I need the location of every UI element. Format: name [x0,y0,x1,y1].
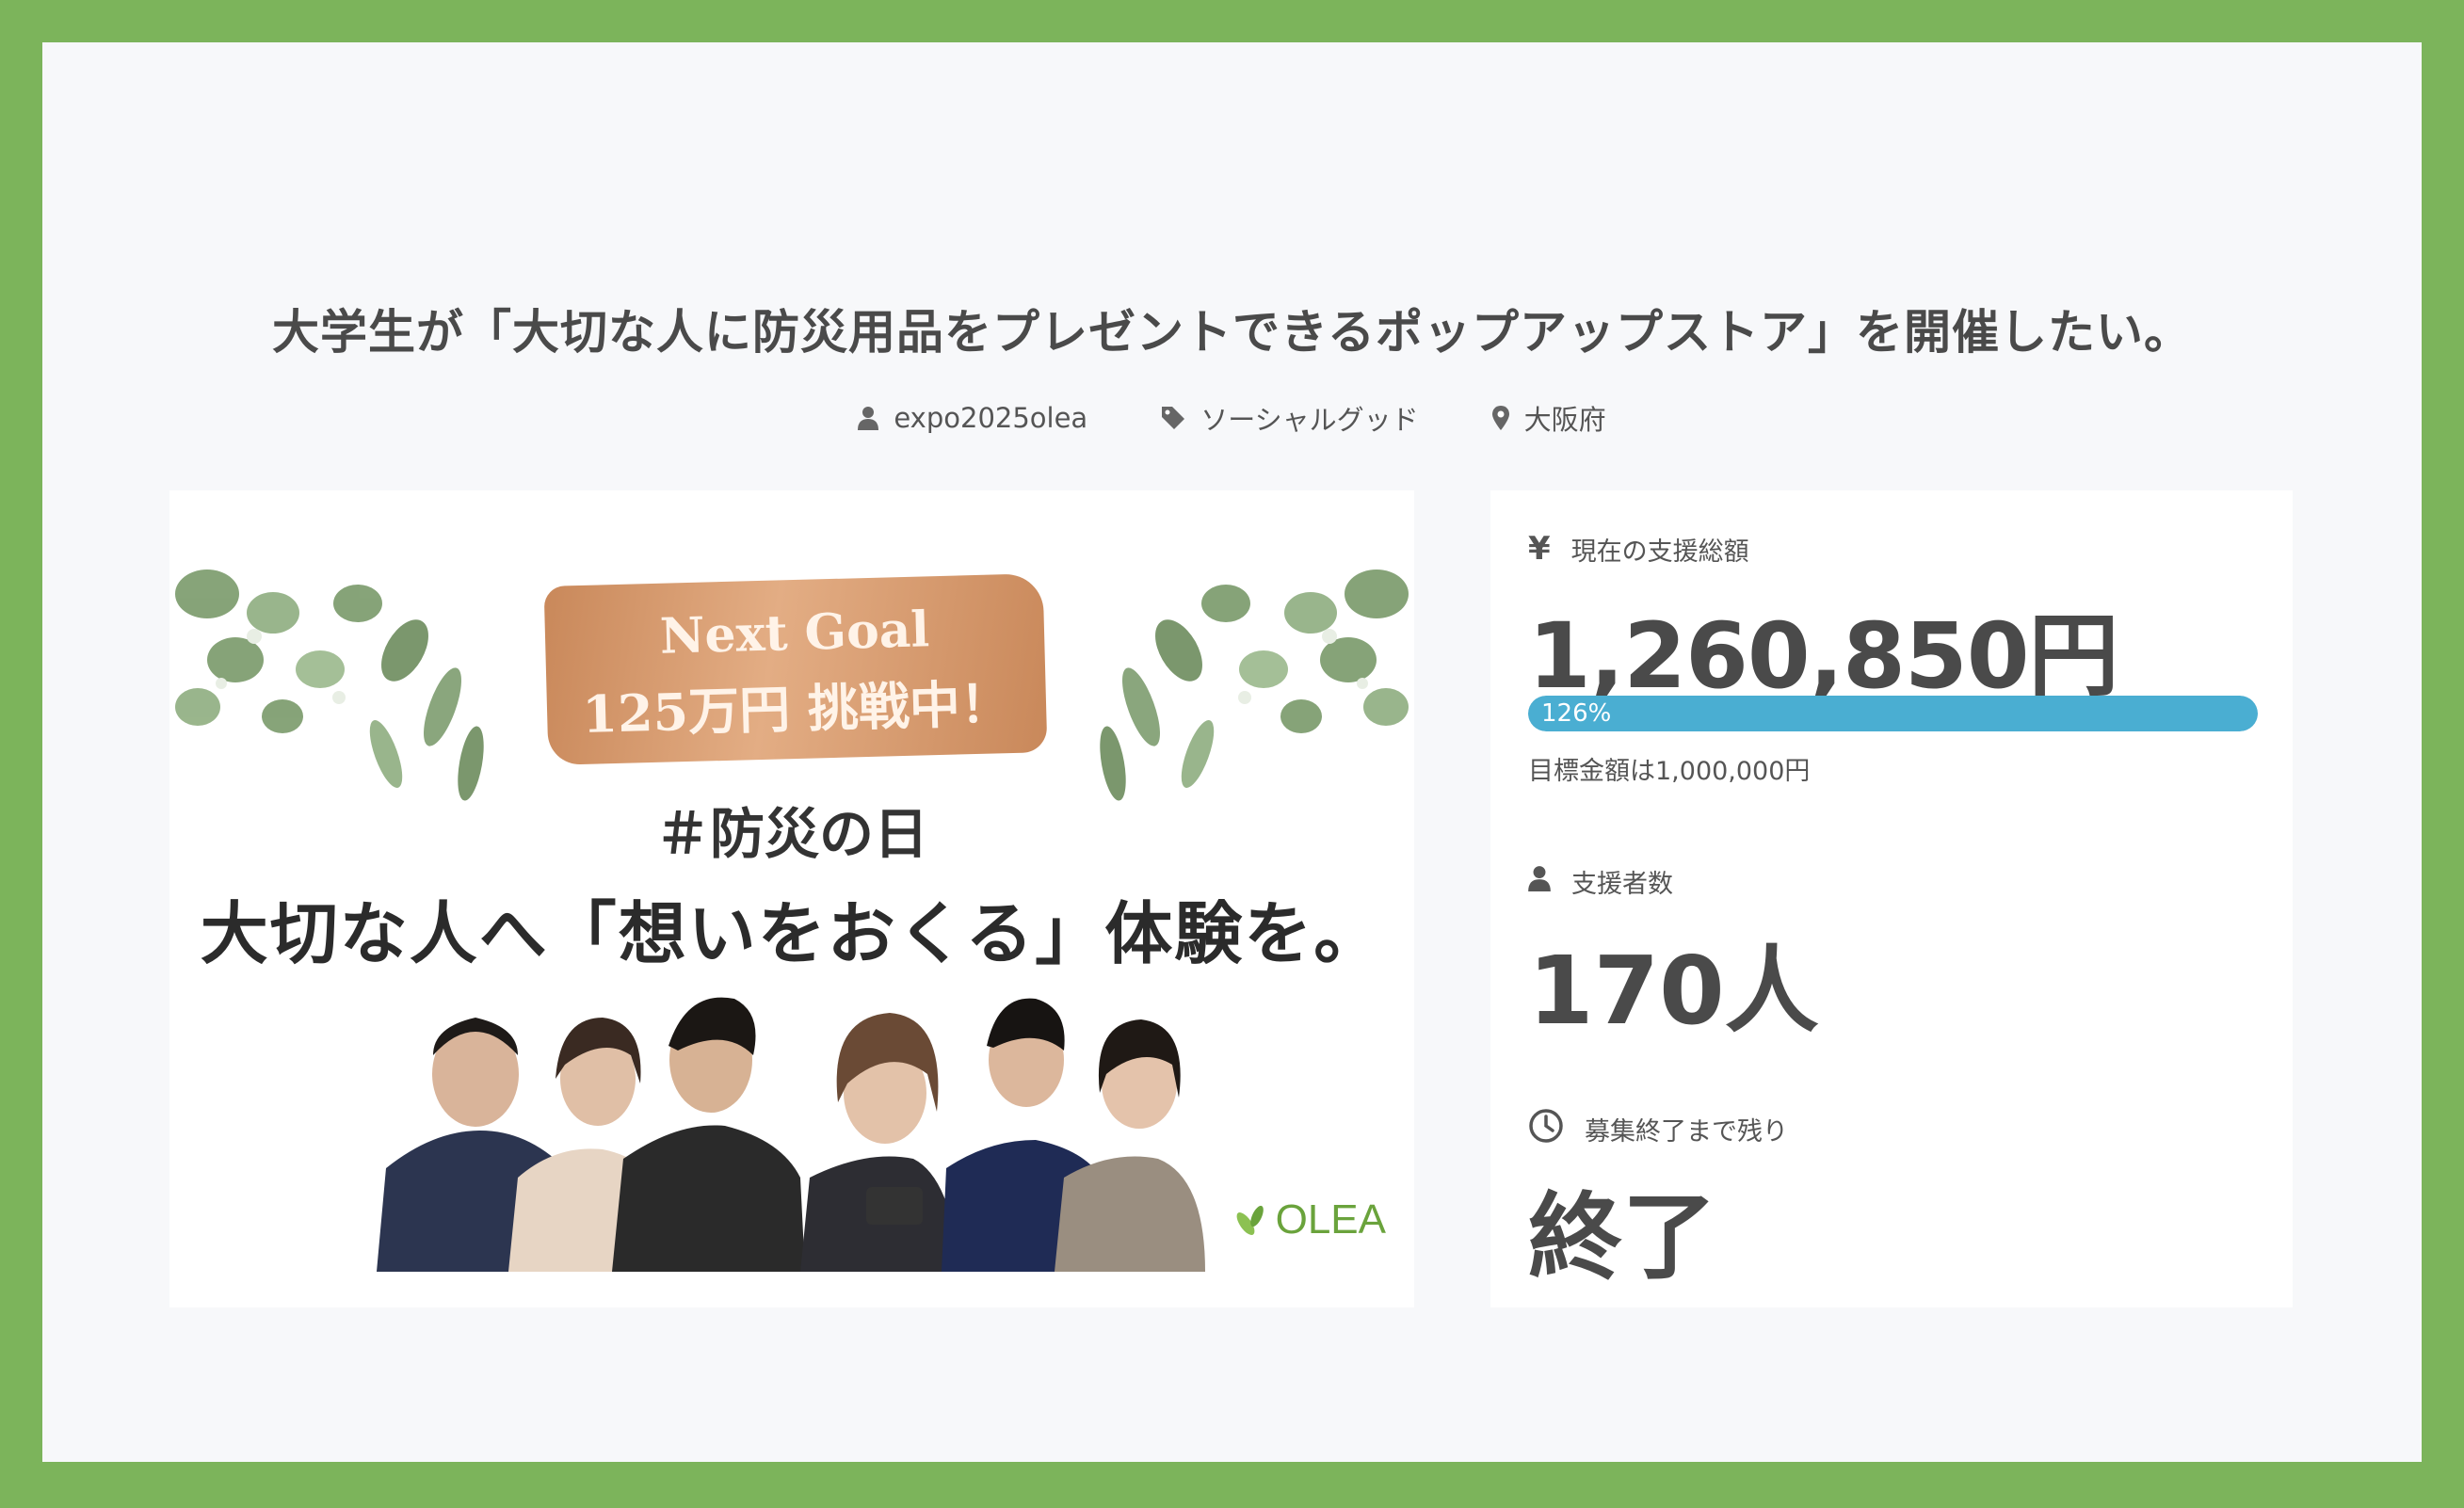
project-hero-image: Next Goal 125万円 挑戦中！ ＃防災の日 大切な人へ「想いをおくる」… [169,490,1414,1307]
project-title: 大学生が「大切な人に防災用品をプレゼントできるポップアップストア」を開催したい。 [272,305,2192,360]
clock-icon [1528,1108,1564,1150]
supporters-label-row: 支援者数 [1528,863,1673,900]
progress-fill: 126% [1528,696,2258,731]
user-icon [858,406,879,430]
tag-icon [1161,406,1185,430]
progress-percent: 126% [1541,699,1612,728]
owner-name: expo2025olea [894,402,1088,434]
meta-location[interactable]: 大阪府 [1491,398,1606,438]
meta-category[interactable]: ソーシャルグッド [1161,398,1419,438]
yen-icon: ¥ [1528,530,1551,568]
remaining-value: 終了 [1528,1182,1716,1292]
brand-name: OLEA [1275,1196,1386,1243]
user-icon [1528,865,1551,898]
funding-stats-card: ¥ 現在の支援総額 1,260,850円 126% 目標金額は1,000,000… [1490,490,2293,1307]
category-name: ソーシャルグッド [1200,404,1419,436]
remaining-label-row: 募集終了まで残り [1528,1108,1788,1150]
map-pin-icon [1491,406,1509,430]
goal-banner-line2: 125万円 挑戦中！ [581,673,1012,745]
amount-label-row: ¥ 現在の支援総額 [1528,530,1749,568]
remaining-label: 募集終了まで残り [1585,1117,1788,1147]
funding-progress-bar: 126% [1528,696,2258,731]
next-goal-banner: Next Goal 125万円 挑戦中！ [543,573,1048,765]
goal-amount-note: 目標金額は1,000,000円 [1528,757,1811,786]
location-name: 大阪府 [1523,404,1606,436]
olive-leaf-icon [1236,1205,1264,1235]
meta-owner[interactable]: expo2025olea [858,398,1087,438]
goal-banner-line1: Next Goal [659,601,930,666]
team-photo [377,997,1205,1272]
supporters-value: 170人 [1528,936,1819,1046]
hero-hashtag: ＃防災の日 [654,802,928,866]
amount-label: 現在の支援総額 [1570,537,1749,567]
amount-value: 1,260,850円 [1528,603,2119,709]
supporters-label: 支援者数 [1571,870,1673,899]
hero-headline: 大切な人へ「想いをおくる」体験を。 [200,893,1384,973]
project-page: 大学生が「大切な人に防災用品をプレゼントできるポップアップストア」を開催したい。… [42,42,2422,1462]
project-meta: expo2025olea ソーシャルグッド 大阪府 [42,398,2422,438]
olea-logo: OLEA [1232,1196,1386,1243]
